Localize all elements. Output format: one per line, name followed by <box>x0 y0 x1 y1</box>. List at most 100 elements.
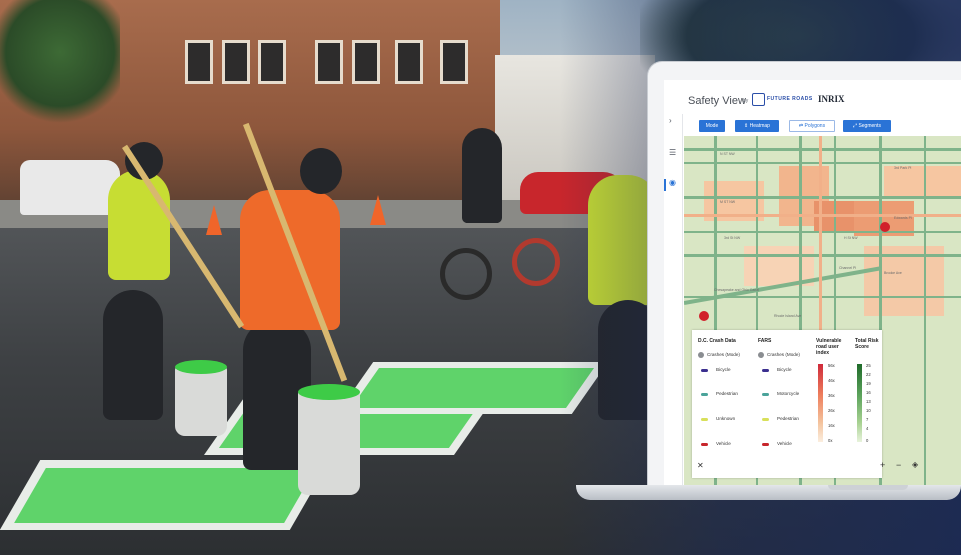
map-label: Rhode Island Ave <box>774 314 802 318</box>
bicycle-wheel <box>440 248 492 300</box>
segments-button[interactable]: ⤢ Segments <box>843 120 891 132</box>
legend-swatch <box>762 443 769 446</box>
layers-icon[interactable]: ◈ <box>912 460 918 469</box>
worker-legs <box>103 290 163 420</box>
polygons-button[interactable]: ⇄ Polygons <box>789 120 835 132</box>
legend-item: Pedestrian <box>716 391 738 396</box>
risk-tick: 13 <box>866 399 871 404</box>
vru-tick: 56x <box>828 363 835 368</box>
zoom-in-button[interactable]: + <box>880 460 885 470</box>
white-truck <box>20 160 120 215</box>
crash-marker[interactable] <box>880 222 890 232</box>
vru-color-scale <box>818 364 823 442</box>
polygons-button-label: Polygons <box>804 123 826 129</box>
eye-icon[interactable]: ◉ <box>669 178 676 187</box>
map-road <box>684 162 961 164</box>
vru-tick: 0x <box>828 438 833 443</box>
legend-item: Pedestrian <box>777 416 799 421</box>
map-road <box>684 254 961 257</box>
list-icon[interactable]: ☰ <box>669 148 676 157</box>
legend-swatch <box>701 418 708 421</box>
heatmap-button-label: Heatmap <box>749 123 770 129</box>
segments-icon: ⤢ <box>853 123 858 129</box>
map-label: M ST NW <box>720 200 736 204</box>
risk-tick: 0 <box>866 438 869 443</box>
green-paint <box>175 360 227 374</box>
worker-yellow-vest <box>108 170 170 280</box>
tree <box>0 0 120 130</box>
legend-swatch <box>701 369 708 372</box>
risk-tick: 16 <box>866 390 871 395</box>
laptop: Safety View by FUTURE ROADS INRIX › ☰ ◉ … <box>576 62 961 500</box>
legend-swatch <box>701 443 708 446</box>
legend-swatch <box>762 369 769 372</box>
map-label: 3rd Park Pl <box>894 166 912 170</box>
crashes-mode-icon <box>758 352 764 358</box>
building-window <box>258 40 286 84</box>
heatmap-button[interactable]: ⇕ Heatmap <box>735 120 779 132</box>
cyclist <box>462 128 502 223</box>
worker-head <box>300 148 342 194</box>
legend-item: Vehicle <box>716 441 731 446</box>
map-road <box>924 136 926 485</box>
legend-risk-title: Total Risk Score <box>855 338 879 350</box>
heat-cell <box>884 166 961 196</box>
traffic-cone <box>206 205 222 235</box>
map-label: H St NW <box>844 236 858 240</box>
zoom-out-button[interactable]: − <box>896 460 901 470</box>
legend-dc-crash-title: D.C. Crash Data <box>698 338 736 344</box>
green-paint <box>298 384 360 400</box>
risk-tick: 19 <box>866 381 871 386</box>
risk-color-scale <box>857 364 862 442</box>
mode-button-label: Mode <box>705 123 719 129</box>
legend-item: Vehicle <box>777 441 792 446</box>
risk-tick: 4 <box>866 426 869 431</box>
segments-button-label: Segments <box>858 123 881 129</box>
green-crosswalk-stripe <box>350 368 595 408</box>
legend-item: Bicycle <box>777 367 792 372</box>
crashes-mode-label: Crashes (Mode) <box>707 352 740 357</box>
map-road <box>684 196 961 199</box>
map-label: Edwards Pl <box>894 216 912 220</box>
vru-tick: 16x <box>828 423 835 428</box>
building-window <box>315 40 343 84</box>
building-window <box>185 40 213 84</box>
risk-tick: 10 <box>866 408 871 413</box>
legend-swatch <box>762 393 769 396</box>
traffic-cone <box>370 195 386 225</box>
crashes-mode-icon <box>698 352 704 358</box>
by-label: by <box>743 98 749 104</box>
map-legend: D.C. Crash Data FARS Vulnerable road use… <box>692 330 882 478</box>
side-rail: › ☰ ◉ <box>664 114 683 485</box>
laptop-screen: Safety View by FUTURE ROADS INRIX › ☰ ◉ … <box>664 80 961 485</box>
map-label: Chesapeake and Ohio Canal <box>714 288 759 292</box>
risk-tick: 22 <box>866 372 871 377</box>
vru-tick: 36x <box>828 393 835 398</box>
chevron-right-icon[interactable]: › <box>669 116 672 125</box>
map-label: Brooke Ave <box>884 271 902 275</box>
map-road <box>684 148 961 151</box>
mode-button[interactable]: Mode <box>699 120 725 132</box>
map-road-hot <box>684 214 961 217</box>
paint-bucket <box>175 366 227 436</box>
legend-item: Motorcycle <box>777 391 800 396</box>
close-icon[interactable]: ✕ <box>697 461 704 470</box>
building-window <box>440 40 468 84</box>
laptop-notch <box>828 485 908 490</box>
future-roads-logo-text: FUTURE ROADS <box>767 96 813 102</box>
rail-active-indicator <box>664 179 666 191</box>
legend-fars-title: FARS <box>758 338 772 344</box>
crash-marker[interactable] <box>699 311 709 321</box>
paint-bucket <box>298 390 360 495</box>
building-window <box>395 40 423 84</box>
future-roads-logo-icon <box>752 93 765 106</box>
building-window <box>352 40 380 84</box>
risk-tick: 7 <box>866 417 869 422</box>
map-label: Channel Pl <box>839 266 857 270</box>
legend-item: Bicycle <box>716 367 731 372</box>
legend-swatch <box>762 418 769 421</box>
map-label: 3rd St NW <box>724 236 741 240</box>
green-crosswalk-stripe <box>14 468 316 523</box>
legend-swatch <box>701 393 708 396</box>
inrix-logo: INRIX <box>818 94 845 104</box>
